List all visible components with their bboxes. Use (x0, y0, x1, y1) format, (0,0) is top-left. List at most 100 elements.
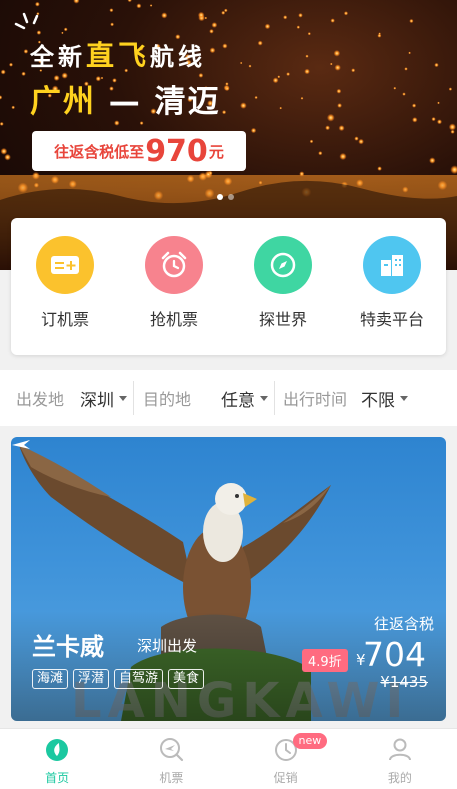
lantern (412, 117, 418, 123)
tab-home[interactable]: 首页 (0, 729, 114, 789)
lantern (351, 68, 356, 73)
lantern (110, 22, 114, 27)
deal-card[interactable]: LANGKAWI 兰卡威 深圳出发 海滩 浮潜 自驾游 美食 往返含税 4.9折… (11, 437, 446, 721)
lantern (35, 1, 40, 7)
lantern (272, 77, 279, 84)
lantern (225, 82, 229, 86)
lantern (450, 129, 455, 134)
lantern (254, 95, 258, 100)
lantern (437, 101, 440, 105)
roundtrip-label: 往返含税 (373, 615, 434, 633)
tab-label: 我的 (387, 771, 412, 785)
lantern (264, 23, 271, 30)
lantern (23, 49, 29, 54)
lantern (222, 43, 228, 49)
bottom-tab-bar: 首页 机票 促销 new 我的 (0, 728, 457, 789)
lantern (318, 151, 323, 156)
lantern (343, 11, 349, 16)
lantern (358, 138, 364, 145)
lantern (330, 62, 333, 66)
route-origin: 广州 (30, 84, 96, 120)
lantern (139, 121, 144, 125)
lantern (431, 117, 436, 122)
lantern (330, 18, 335, 23)
tab-label: 机票 (159, 771, 184, 785)
discount-badge: 4.9折 (302, 649, 348, 672)
menu-item-book-ticket[interactable]: 订机票 (15, 236, 115, 330)
lantern (11, 105, 15, 110)
lantern (337, 103, 342, 108)
destination-dropdown[interactable]: 任意 (221, 386, 269, 411)
lantern (63, 27, 68, 32)
lantern (0, 121, 4, 126)
deal-tags: 海滩 浮潜 自驾游 美食 (32, 669, 205, 689)
origin-dropdown[interactable]: 深圳 (80, 386, 128, 411)
menu-item-label: 抢机票 (149, 310, 198, 329)
lantern (307, 32, 311, 36)
lantern (296, 25, 300, 29)
search-filter-bar: 出发地 深圳 目的地 任意 出行时间 不限 (0, 370, 457, 426)
lantern (221, 10, 226, 15)
lantern (114, 120, 120, 126)
lantern (377, 33, 382, 38)
lantern (149, 4, 153, 7)
banner-word-direct: 直飞 (86, 39, 151, 72)
banner-route: 广州 — 清迈 (30, 76, 221, 121)
lantern (211, 22, 218, 28)
lantern (0, 69, 6, 75)
compass-icon (254, 236, 312, 294)
lantern (412, 103, 417, 108)
lantern (240, 61, 243, 65)
lantern (286, 72, 290, 76)
quick-menu: 订机票 抢机票 探世界 特卖平台 (11, 218, 446, 355)
price-unit: 元 (208, 142, 224, 161)
lantern (450, 165, 457, 175)
lantern (334, 64, 341, 71)
banner-headline: 全新直飞航线 (30, 34, 206, 74)
tab-label: 首页 (45, 771, 70, 785)
lantern (393, 86, 397, 90)
new-badge: new (292, 733, 328, 749)
lantern (197, 11, 205, 19)
deal-tag: 美食 (168, 669, 205, 689)
tab-flights[interactable]: 机票 (114, 729, 228, 789)
lantern (136, 3, 142, 9)
origin-label: 出发地 (16, 390, 65, 409)
travel-time-label: 出行时间 (283, 390, 348, 409)
tab-promotions[interactable]: 促销 new (229, 729, 343, 789)
lantern (240, 102, 247, 109)
carousel-dot[interactable] (228, 194, 234, 200)
lantern (305, 54, 309, 58)
menu-item-flash-sale[interactable]: 特卖平台 (342, 236, 442, 330)
profile-icon (388, 738, 411, 761)
banner-price-pill: 往返含税低至 970 元 (32, 131, 246, 171)
price-value: 970 (145, 133, 208, 169)
lantern (448, 123, 456, 131)
travel-time-dropdown[interactable]: 不限 (361, 386, 409, 411)
lantern (224, 86, 230, 91)
tab-profile[interactable]: 我的 (343, 729, 457, 789)
carousel-dot[interactable] (217, 194, 223, 200)
lantern (408, 51, 411, 55)
menu-item-label: 特卖平台 (359, 310, 424, 329)
lantern (437, 119, 442, 125)
tab-label: 促销 (273, 771, 298, 785)
deal-tag: 海滩 (32, 669, 69, 689)
original-price: ¥1435 (380, 673, 428, 691)
ticket-icon (36, 236, 94, 294)
flight-search-icon (160, 738, 184, 762)
lantern (298, 13, 303, 18)
lantern (336, 88, 342, 94)
lantern (404, 67, 408, 71)
menu-item-label: 探世界 (258, 310, 307, 329)
menu-item-explore-world[interactable]: 探世界 (233, 236, 333, 330)
menu-item-grab-ticket[interactable]: 抢机票 (124, 236, 224, 330)
lantern (250, 127, 257, 134)
alarm-clock-icon (145, 236, 203, 294)
travel-time-value: 不限 (361, 390, 396, 411)
lantern (248, 64, 252, 68)
lantern (208, 170, 213, 176)
lantern (283, 15, 288, 20)
lantern (73, 0, 80, 4)
price-prefix: 往返含税低至 (54, 142, 145, 161)
